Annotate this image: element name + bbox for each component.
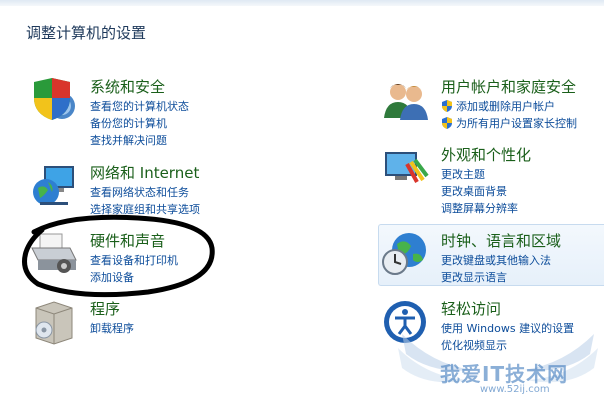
hand-drawn-circle-annotation	[22, 214, 215, 298]
display-paint-icon	[381, 144, 431, 194]
link-parental-controls[interactable]: 为所有用户设置家长控制	[441, 115, 577, 132]
link-change-background[interactable]: 更改桌面背景	[441, 183, 518, 200]
category-title[interactable]: 用户帐户和家庭安全	[441, 76, 576, 97]
link-troubleshoot[interactable]: 查找并解决问题	[90, 132, 189, 149]
link-change-keyboard[interactable]: 更改键盘或其他输入法	[441, 252, 551, 269]
watermark-text: 我爱IT技术网	[440, 362, 569, 386]
link-check-status[interactable]: 查看您的计算机状态	[90, 98, 189, 115]
link-network-status[interactable]: 查看网络状态和任务	[90, 184, 200, 201]
users-icon	[381, 76, 431, 126]
link-uninstall[interactable]: 卸载程序	[90, 320, 134, 337]
category-title[interactable]: 外观和个性化	[441, 144, 531, 165]
link-change-theme[interactable]: 更改主题	[441, 166, 518, 183]
category-title[interactable]: 系统和安全	[90, 76, 165, 97]
uac-shield-icon	[442, 100, 452, 112]
clock-globe-icon	[381, 230, 431, 280]
category-title[interactable]: 程序	[90, 298, 120, 319]
uac-shield-icon	[442, 117, 452, 129]
programs-box-icon	[30, 298, 80, 348]
link-screen-resolution[interactable]: 调整屏幕分辨率	[441, 200, 518, 217]
window-top-bar	[0, 0, 604, 6]
category-title[interactable]: 网络和 Internet	[90, 162, 199, 183]
watermark-url: www.52ij.com	[480, 384, 550, 395]
shield-system-icon	[30, 76, 80, 126]
link-add-remove-accounts[interactable]: 添加或删除用户帐户	[441, 98, 577, 115]
link-display-language[interactable]: 更改显示语言	[441, 269, 551, 286]
network-globe-icon	[30, 162, 80, 212]
page-title: 调整计算机的设置	[26, 24, 147, 42]
link-backup[interactable]: 备份您的计算机	[90, 115, 189, 132]
category-title[interactable]: 轻松访问	[441, 298, 501, 319]
category-title[interactable]: 时钟、语言和区域	[441, 230, 561, 251]
